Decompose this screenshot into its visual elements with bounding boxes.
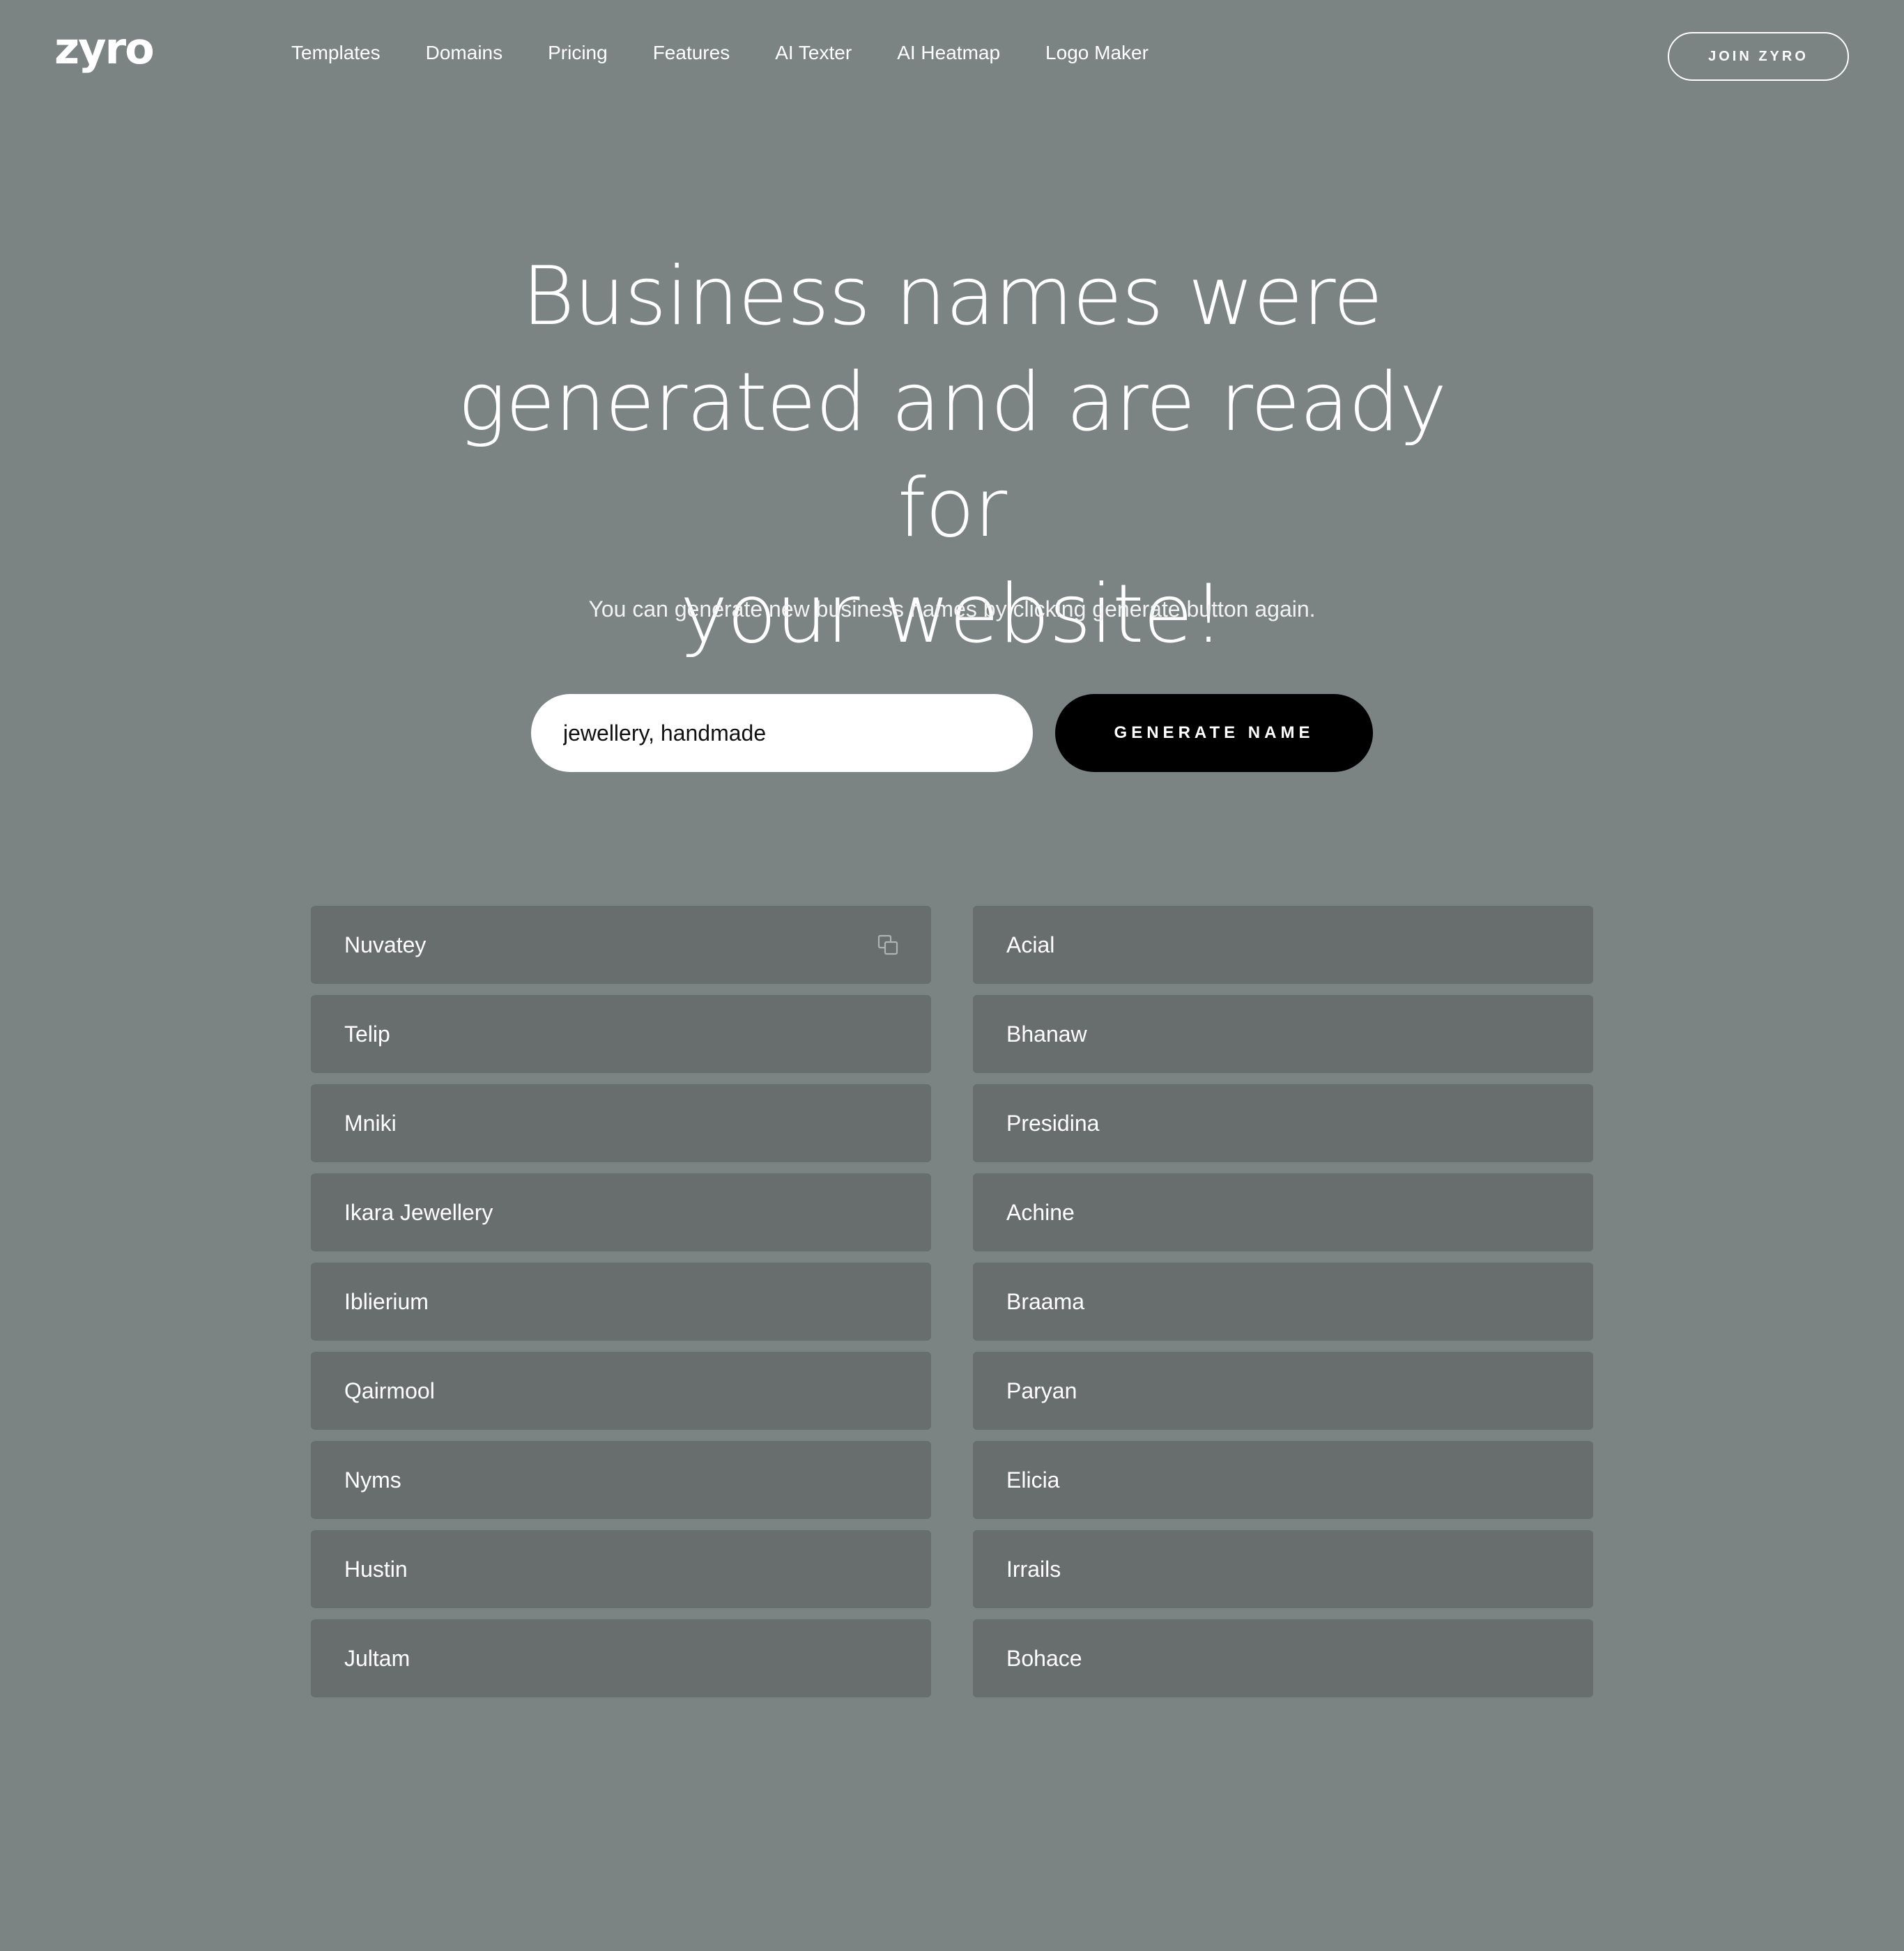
nav-logo-maker[interactable]: Logo Maker bbox=[1045, 36, 1149, 70]
result-item[interactable]: Telip bbox=[311, 995, 931, 1073]
result-item[interactable]: Ikara Jewellery bbox=[311, 1173, 931, 1251]
result-name: Qairmool bbox=[344, 1378, 435, 1403]
result-item[interactable]: Bhanaw bbox=[973, 995, 1593, 1073]
result-item[interactable]: Nuvatey bbox=[311, 906, 931, 984]
result-name: Iblierium bbox=[344, 1288, 429, 1314]
result-item[interactable]: Qairmool bbox=[311, 1352, 931, 1430]
logo-text: zyro bbox=[54, 23, 155, 74]
result-name: Mniki bbox=[344, 1110, 397, 1136]
result-name: Elicia bbox=[1006, 1467, 1060, 1493]
site-header: zyro Templates Domains Pricing Features … bbox=[0, 0, 1904, 111]
result-name: Achine bbox=[1006, 1199, 1075, 1225]
result-item[interactable]: Paryan bbox=[973, 1352, 1593, 1430]
keywords-input[interactable] bbox=[531, 694, 1033, 772]
result-name: Ikara Jewellery bbox=[344, 1199, 493, 1225]
hero-title-line-1: Business names were bbox=[521, 249, 1383, 344]
hero-title-line-2: generated and are ready for bbox=[457, 355, 1447, 555]
result-item[interactable]: Presidina bbox=[973, 1084, 1593, 1162]
result-name: Bohace bbox=[1006, 1645, 1082, 1671]
result-name: Nuvatey bbox=[344, 932, 427, 957]
result-item[interactable]: Jultam bbox=[311, 1619, 931, 1697]
result-name: Presidina bbox=[1006, 1110, 1100, 1136]
result-item[interactable]: Acial bbox=[973, 906, 1593, 984]
result-item[interactable]: Iblierium bbox=[311, 1263, 931, 1341]
copy-icon[interactable] bbox=[877, 934, 899, 956]
result-name: Braama bbox=[1006, 1288, 1085, 1314]
result-name: Nyms bbox=[344, 1467, 401, 1493]
result-name: Telip bbox=[344, 1021, 390, 1047]
result-item[interactable]: Mniki bbox=[311, 1084, 931, 1162]
nav-ai-heatmap[interactable]: AI Heatmap bbox=[897, 36, 1000, 70]
result-name: Hustin bbox=[344, 1556, 408, 1582]
main-nav: Templates Domains Pricing Features AI Te… bbox=[291, 36, 1194, 70]
result-name: Jultam bbox=[344, 1645, 410, 1671]
result-name: Acial bbox=[1006, 932, 1055, 957]
nav-pricing[interactable]: Pricing bbox=[548, 36, 608, 70]
result-item[interactable]: Achine bbox=[973, 1173, 1593, 1251]
hero-subtitle: You can generate new business names by c… bbox=[588, 596, 1316, 622]
generate-name-button[interactable]: GENERATE NAME bbox=[1055, 694, 1373, 772]
result-item[interactable]: Bohace bbox=[973, 1619, 1593, 1697]
result-item[interactable]: Braama bbox=[973, 1263, 1593, 1341]
nav-templates[interactable]: Templates bbox=[291, 36, 381, 70]
result-name: Paryan bbox=[1006, 1378, 1077, 1403]
result-item[interactable]: Nyms bbox=[311, 1441, 931, 1519]
result-name: Irrails bbox=[1006, 1556, 1061, 1582]
results-column-left: Nuvatey Telip Mniki Ikara Jewellery Ibli… bbox=[311, 906, 931, 1709]
zyro-logo[interactable]: zyro bbox=[54, 21, 155, 77]
nav-domains[interactable]: Domains bbox=[426, 36, 502, 70]
nav-features[interactable]: Features bbox=[653, 36, 730, 70]
join-zyro-button[interactable]: JOIN ZYRO bbox=[1668, 32, 1849, 81]
result-item[interactable]: Hustin bbox=[311, 1530, 931, 1608]
results-column-right: Acial Bhanaw Presidina Achine Braama Par… bbox=[973, 906, 1593, 1709]
nav-ai-texter[interactable]: AI Texter bbox=[775, 36, 852, 70]
result-name: Bhanaw bbox=[1006, 1021, 1087, 1047]
result-item[interactable]: Irrails bbox=[973, 1530, 1593, 1608]
result-item[interactable]: Elicia bbox=[973, 1441, 1593, 1519]
